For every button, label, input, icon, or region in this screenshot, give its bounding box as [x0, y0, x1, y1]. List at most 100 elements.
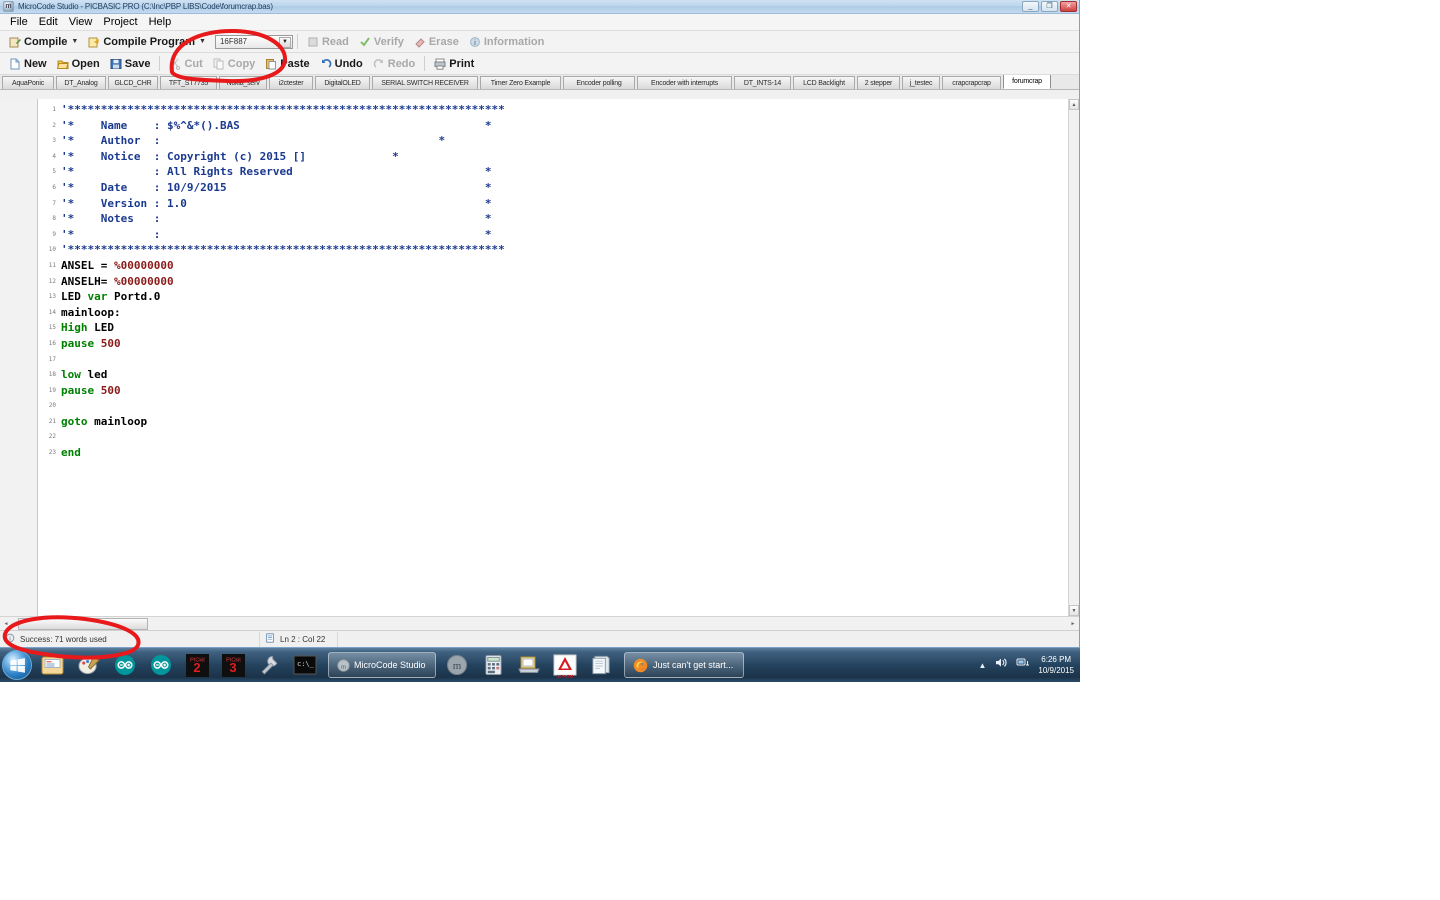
cut-button[interactable]: Cut	[164, 57, 207, 71]
copy-button[interactable]: Copy	[208, 57, 261, 71]
taskbar-pickit3-button[interactable]: PICkit 3	[218, 651, 248, 679]
code-line[interactable]: '* Notice : Copyright (c) 2015 [] *	[61, 149, 1079, 165]
menu-item-view[interactable]: View	[65, 15, 100, 29]
taskbar-mpasm-button[interactable]: MPASM	[550, 651, 580, 679]
file-tab-lcd-backlight[interactable]: LCD Backlight	[793, 76, 855, 89]
undo-button[interactable]: Undo	[315, 57, 368, 71]
code-line[interactable]: LED var Portd.0	[61, 289, 1079, 305]
code-line[interactable]: '* Notes : *	[61, 211, 1079, 227]
code-line[interactable]: '***************************************…	[61, 102, 1079, 118]
code-editor[interactable]: 1 2 3 4 5 6 7 8 9 10 11 12 13 14 15 16 17 18 19 20 21 22 23 '*…	[38, 99, 1079, 616]
taskbar-task-firefox[interactable]: Just can't get start...	[624, 652, 744, 678]
start-button[interactable]	[2, 650, 32, 680]
microcode-studio-window: m MicroCode Studio - PICBASIC PRO (C:\In…	[0, 0, 1080, 648]
horizontal-scrollbar[interactable]: ◄ ►	[0, 616, 1079, 630]
file-tab-encoder-polling[interactable]: Encoder polling	[563, 76, 635, 89]
code-line[interactable]: pause 500	[61, 336, 1079, 352]
file-tab-dt-ints-14[interactable]: DT_INTS-14	[734, 76, 791, 89]
taskbar-mcs-button-2[interactable]: m	[442, 651, 472, 679]
new-button[interactable]: New	[4, 57, 52, 71]
file-tab-j-testec[interactable]: j_testec	[902, 76, 940, 89]
file-tab-nokia-serv[interactable]: Nokia_serv	[219, 76, 267, 89]
code-line[interactable]: '* Name : $%^&*().BAS *	[61, 118, 1079, 134]
scroll-left-arrow-icon[interactable]: ◄	[0, 618, 12, 630]
code-line[interactable]: '* Author : *	[61, 133, 1079, 149]
compile-program-button[interactable]: Compile Program ▼	[83, 35, 211, 49]
code-line[interactable]	[61, 352, 1079, 368]
code-line[interactable]: '* Version : 1.0 *	[61, 196, 1079, 212]
code-line[interactable]: low led	[61, 367, 1079, 383]
code-text[interactable]: '***************************************…	[58, 99, 1079, 616]
compile-button[interactable]: Compile ▼	[4, 35, 83, 49]
restore-button[interactable]: ❐	[1041, 1, 1058, 12]
file-tab-i2ctester[interactable]: i2ctester	[269, 76, 313, 89]
file-tab-dt-analog[interactable]: DT_Analog	[56, 76, 106, 89]
horizontal-scroll-thumb[interactable]	[18, 617, 148, 630]
code-line[interactable]	[61, 398, 1079, 414]
vertical-scrollbar[interactable]: ▲ ▼	[1068, 99, 1079, 616]
document-icon	[265, 633, 277, 645]
file-tab-glcd-chr[interactable]: GLCD_CHR	[108, 76, 158, 89]
read-button[interactable]: Read	[302, 35, 354, 49]
chevron-down-icon-device[interactable]: ▼	[278, 36, 291, 48]
file-tab-crapcrapcrap[interactable]: crapcrapcrap	[942, 76, 1001, 89]
code-line[interactable]: High LED	[61, 320, 1079, 336]
erase-button[interactable]: Erase	[409, 35, 464, 49]
taskbar-notepad-button[interactable]	[586, 651, 616, 679]
scroll-up-arrow-icon[interactable]: ▲	[1069, 99, 1079, 110]
device-selector[interactable]: 16F887 ▼	[214, 34, 293, 49]
menu-item-file[interactable]: File	[6, 15, 35, 29]
code-line[interactable]: mainloop:	[61, 305, 1079, 321]
code-line[interactable]: ANSEL = %00000000	[61, 258, 1079, 274]
information-button[interactable]: i Information	[464, 35, 550, 49]
file-tab-encoder-with-interrupts[interactable]: Encoder with interrupts	[637, 76, 732, 89]
file-tab-digitaloled[interactable]: DigitalOLED	[315, 76, 370, 89]
file-tab-forumcrap[interactable]: forumcrap	[1003, 75, 1051, 89]
code-line[interactable]: '***************************************…	[61, 242, 1079, 258]
code-line[interactable]: '* Date : 10/9/2015 *	[61, 180, 1079, 196]
menu-item-help[interactable]: Help	[145, 15, 179, 29]
paste-button[interactable]: Paste	[260, 57, 314, 71]
verify-button[interactable]: Verify	[354, 35, 409, 49]
code-line[interactable]: goto mainloop	[61, 414, 1079, 430]
taskbar-calculator-button[interactable]	[478, 651, 508, 679]
network-icon[interactable]	[1016, 656, 1030, 674]
code-line[interactable]: ANSELH= %00000000	[61, 274, 1079, 290]
taskbar-arduino-button-2[interactable]	[146, 651, 176, 679]
code-line[interactable]: '* : All Rights Reserved *	[61, 164, 1079, 180]
menu-item-project[interactable]: Project	[99, 15, 144, 29]
scroll-right-arrow-icon[interactable]: ►	[1067, 618, 1079, 630]
save-button[interactable]: Save	[105, 57, 156, 71]
redo-button[interactable]: Redo	[368, 57, 421, 71]
taskbar-pickit2-button[interactable]: PICkit 2	[182, 651, 212, 679]
clock[interactable]: 6:26 PM 10/9/2015	[1038, 654, 1074, 676]
menu-item-edit[interactable]: Edit	[35, 15, 65, 29]
taskbar-console-button[interactable]: c:\_	[290, 651, 320, 679]
chevron-down-icon-2[interactable]: ▼	[199, 38, 206, 45]
volume-icon[interactable]	[994, 656, 1008, 674]
file-tab-serial-switch-receiver[interactable]: SERIAL SWITCH RECEIVER	[372, 76, 478, 89]
close-button[interactable]: ✕	[1060, 1, 1077, 12]
open-button[interactable]: Open	[52, 57, 105, 71]
taskbar-laptop-button[interactable]	[514, 651, 544, 679]
code-line[interactable]: '* : *	[61, 227, 1079, 243]
code-line[interactable]: end	[61, 445, 1079, 461]
chevron-up-icon[interactable]: ▲	[978, 661, 986, 670]
taskbar-paint-button[interactable]	[74, 651, 104, 679]
code-explorer-pane[interactable]	[0, 99, 38, 616]
taskbar-arduino-button-1[interactable]	[110, 651, 140, 679]
scroll-down-arrow-icon[interactable]: ▼	[1069, 605, 1079, 616]
taskbar-tools-button[interactable]	[254, 651, 284, 679]
file-tab-tft-st7735[interactable]: TFT_ST7735	[160, 76, 217, 89]
file-tab-2-stepper[interactable]: 2 stepper	[857, 76, 900, 89]
print-button[interactable]: Print	[429, 57, 479, 71]
taskbar-explorer-button[interactable]	[38, 651, 68, 679]
minimize-button[interactable]: _	[1022, 1, 1039, 12]
chevron-down-icon[interactable]: ▼	[71, 38, 78, 45]
code-line[interactable]: pause 500	[61, 383, 1079, 399]
file-tab-timer-zero-example[interactable]: Timer Zero Example	[480, 76, 561, 89]
taskbar-task-microcode-studio[interactable]: m MicroCode Studio	[328, 652, 436, 678]
title-bar[interactable]: m MicroCode Studio - PICBASIC PRO (C:\In…	[0, 0, 1079, 14]
code-line[interactable]	[61, 429, 1079, 445]
file-tab-aquaponic[interactable]: AquaPonic	[2, 76, 54, 89]
